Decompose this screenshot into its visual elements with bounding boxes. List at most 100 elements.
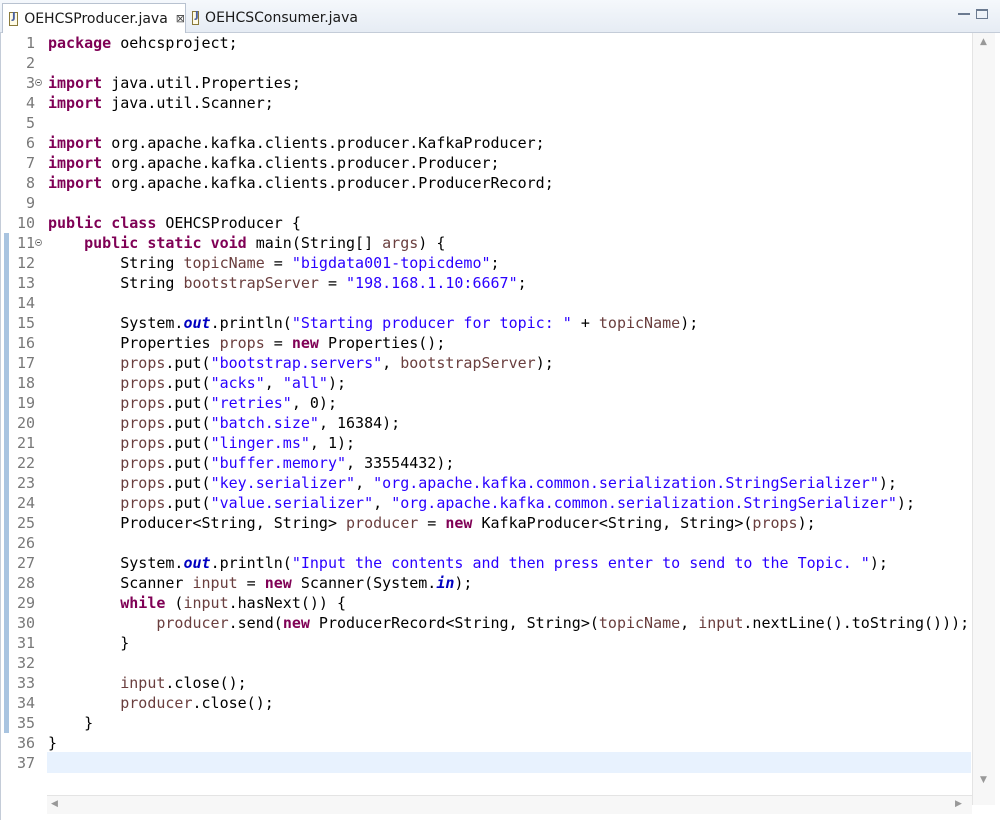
line-number: 26 [16,534,35,552]
code-line[interactable]: 14 [1,293,971,313]
token: java.util.Properties; [102,74,301,92]
line-number: 11 [16,234,35,252]
code-line[interactable]: 12 String topicName = "bigdata001-topicd… [1,253,971,273]
fold-collapse-icon[interactable] [35,239,42,246]
code-line[interactable]: 29 while (input.hasNext()) { [1,593,971,613]
line-number: 21 [16,434,35,452]
token-str: "linger.ms" [210,434,310,452]
code-line[interactable]: 11 public static void main(String[] args… [1,233,971,253]
line-number: 19 [16,394,35,412]
token: .put( [165,494,211,512]
token: String [48,254,184,272]
token: .put( [165,394,211,412]
code-line[interactable]: 2 [1,53,971,73]
code-line[interactable]: 18 props.put("acks", "all"); [1,373,971,393]
code-line[interactable]: 17 props.put("bootstrap.servers", bootst… [1,353,971,373]
maximize-icon[interactable] [976,9,988,19]
code-line[interactable]: 19 props.put("retries", 0); [1,393,971,413]
code-editor[interactable]: 1 package oehcsproject; 2 3 import java.util… [0,33,1000,820]
token-var: props [120,494,166,512]
code-line[interactable]: 27 System.out.println("Input the content… [1,553,971,573]
code-text: package oehcsproject; [48,33,238,53]
token: ); [869,554,888,572]
code-line[interactable]: 22 props.put("buffer.memory", 33554432); [1,453,971,473]
token: ); [797,514,816,532]
token-kw: public [84,234,139,252]
token-var: topicName [183,254,265,272]
scroll-up-icon[interactable]: ▲ [980,37,987,47]
token-kw: class [111,214,157,232]
java-file-icon [9,11,19,26]
code-line[interactable]: 26 [1,533,971,553]
code-line[interactable]: 5 [1,113,971,133]
code-line[interactable]: 13 String bootstrapServer = "198.168.1.1… [1,273,971,293]
code-line[interactable]: 25 Producer<String, String> producer = n… [1,513,971,533]
code-line[interactable]: 36} [1,733,971,753]
token: .put( [165,454,211,472]
token-str: "retries" [210,394,292,412]
token-str: "acks" [210,374,265,392]
line-number: 15 [16,314,35,332]
horizontal-scrollbar[interactable]: ◀ ▶ [47,795,972,814]
close-tab-icon[interactable]: ⊠ [176,12,185,25]
token: ); [454,574,473,592]
code-line[interactable]: 8 import org.apache.kafka.clients.produce… [1,173,971,193]
scroll-left-icon[interactable]: ◀ [51,799,58,809]
token: , [382,354,401,372]
token: org.apache.kafka.clients.producer.KafkaP… [102,134,545,152]
line-number: 18 [16,374,35,392]
code-line[interactable]: 31 } [1,633,971,653]
code-line[interactable]: 9 [1,193,971,213]
code-line[interactable]: 3 import java.util.Properties; [1,73,971,93]
fold-collapse-icon[interactable] [35,79,42,86]
code-line[interactable]: 33 input.close(); [1,673,971,693]
code-line[interactable]: 4 import java.util.Scanner; [1,93,971,113]
line-number: 34 [16,694,35,712]
code-line[interactable]: 37 [1,753,971,773]
code-line[interactable]: 21 props.put("linger.ms", 1); [1,433,971,453]
code-line[interactable]: 20 props.put("batch.size", 16384); [1,413,971,433]
code-line[interactable]: 1 package oehcsproject; [1,33,971,53]
code-line[interactable]: 7 import org.apache.kafka.clients.produce… [1,153,971,173]
code-line[interactable]: 34 producer.close(); [1,693,971,713]
token: oehcsproject; [111,34,238,52]
minimize-icon[interactable] [958,9,970,15]
token-str: "org.apache.kafka.common.serialization.S… [373,474,879,492]
token: .put( [165,414,211,432]
tab-oehcs-producer[interactable]: OEHCSProducer.java ⊠ [2,3,186,33]
token-str: "198.168.1.10:6667" [346,274,518,292]
code-line[interactable]: 10 public class OEHCSProducer { [1,213,971,233]
token: = [264,254,292,272]
token-kw: import [48,74,103,92]
code-line[interactable]: 32 [1,653,971,673]
editor-tab-bar: OEHCSProducer.java ⊠ OEHCSConsumer.java [0,0,1000,33]
vertical-scrollbar[interactable]: ▲ ▼ [972,33,995,805]
code-line[interactable]: 24 props.put("value.serializer", "org.ap… [1,493,971,513]
line-number: 5 [25,114,35,132]
code-line[interactable]: 15 System.out.println("Starting producer… [1,313,971,333]
line-number: 37 [16,754,35,772]
code-line[interactable]: 23 props.put("key.serializer", "org.apac… [1,473,971,493]
token-kw: new [445,514,473,532]
tab-oehcs-consumer[interactable]: OEHCSConsumer.java [186,3,358,33]
token: , [355,474,374,492]
code-text: } [48,633,129,653]
token: = [264,334,292,352]
code-line[interactable]: 28 Scanner input = new Scanner(System.in… [1,573,971,593]
token-var: props [752,514,798,532]
token: OEHCSProducer { [156,214,301,232]
code-line[interactable]: 35 } [1,713,971,733]
scroll-down-icon[interactable]: ▼ [980,775,987,785]
code-line[interactable]: 6 import org.apache.kafka.clients.produce… [1,133,971,153]
token: .put( [165,354,211,372]
scroll-right-icon[interactable]: ▶ [955,799,962,809]
code-text: public static void main(String[] args) { [48,233,445,253]
token-var: input [192,574,238,592]
token-var: props [120,434,166,452]
token: ); [878,474,897,492]
code-line[interactable]: 16 Properties props = new Properties(); [1,333,971,353]
code-line[interactable]: 30 producer.send(new ProducerRecord<Stri… [1,613,971,633]
code-text: while (input.hasNext()) { [48,593,346,613]
token: String [48,274,184,292]
